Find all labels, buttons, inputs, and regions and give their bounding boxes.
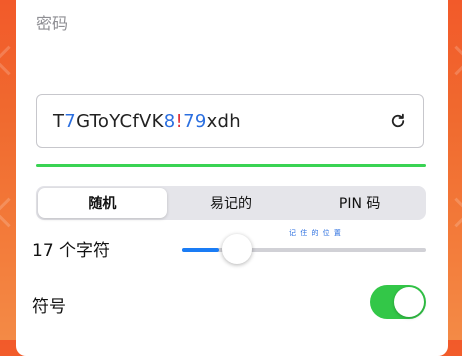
mode-segmented-control: 随机 易记的 PIN 码: [36, 186, 426, 220]
password-generator-sheet: 密码 T7GToYCfVK8!79xdh 随机 易记的 PIN 码 记 住 的 …: [16, 0, 448, 356]
password-segment: GToYCfVK: [76, 110, 164, 132]
password-segment: T: [53, 110, 65, 132]
length-slider-fill: [182, 248, 219, 252]
length-label: 17 个字符: [32, 241, 111, 261]
password-segment: 7: [64, 110, 77, 132]
mode-pin[interactable]: PIN 码: [295, 188, 424, 218]
generated-password: T7GToYCfVK8!79xdh: [53, 111, 241, 132]
password-field[interactable]: T7GToYCfVK8!79xdh: [36, 94, 424, 148]
password-segment: 79: [183, 110, 207, 132]
password-strength-bar: [36, 164, 426, 167]
mode-memorable[interactable]: 易记的: [167, 188, 296, 218]
password-label: 密码: [36, 14, 69, 33]
mode-random[interactable]: 随机: [38, 188, 167, 218]
length-slider-thumb[interactable]: [222, 234, 252, 264]
symbols-toggle[interactable]: [370, 285, 426, 319]
symbols-toggle-knob: [394, 287, 424, 317]
tiny-note: 记 住 的 位 置: [289, 229, 342, 237]
refresh-icon[interactable]: [389, 112, 407, 130]
symbols-label: 符号: [32, 297, 66, 317]
length-slider[interactable]: [182, 234, 426, 264]
password-segment: 8: [163, 110, 176, 132]
password-segment: xdh: [206, 110, 241, 132]
password-segment: !: [175, 110, 184, 132]
